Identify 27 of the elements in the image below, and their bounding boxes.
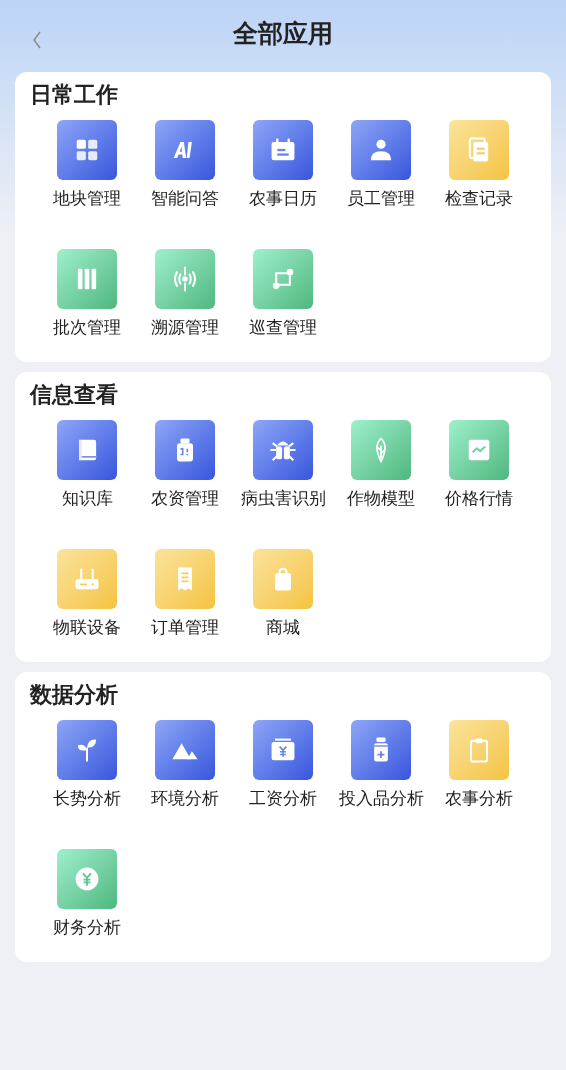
app-shortcut[interactable]: 订单管理 bbox=[136, 549, 234, 648]
section-title: 日常工作 bbox=[29, 81, 119, 109]
app-shortcut[interactable]: 智能问答 bbox=[136, 120, 234, 219]
app-shortcut[interactable]: 商城 bbox=[234, 549, 332, 648]
app-shortcut[interactable]: 溯源管理 bbox=[136, 249, 234, 348]
app-shortcut[interactable]: 农事日历 bbox=[234, 120, 332, 219]
app-shortcut[interactable]: 价格行情 bbox=[430, 420, 528, 519]
app-shortcut[interactable]: 批次管理 bbox=[38, 249, 136, 348]
app-shortcut[interactable]: 物联设备 bbox=[38, 549, 136, 648]
app-shortcut[interactable]: 作物模型 bbox=[332, 420, 430, 519]
section-title: 信息查看 bbox=[28, 381, 119, 409]
section-title: 数据分析 bbox=[28, 681, 119, 709]
app-shortcut[interactable]: 员工管理 bbox=[332, 120, 430, 219]
app-shortcut[interactable]: 知识库 bbox=[38, 420, 136, 519]
app-shortcut[interactable]: 农资管理 bbox=[136, 420, 234, 519]
back-icon bbox=[32, 30, 42, 50]
app-shortcut[interactable]: 工资分析 bbox=[234, 720, 332, 819]
app-shortcut[interactable]: 环境分析 bbox=[136, 720, 234, 819]
app-shortcut[interactable]: 投入品分析 bbox=[332, 720, 430, 819]
app-shortcut[interactable]: 长势分析 bbox=[38, 720, 136, 819]
app-shortcut[interactable]: 病虫害识别 bbox=[234, 420, 332, 519]
app-shortcut[interactable]: 巡查管理 bbox=[234, 249, 332, 348]
app-shortcut[interactable]: 地块管理 bbox=[38, 120, 136, 219]
app-shortcut[interactable]: 检查记录 bbox=[430, 120, 528, 219]
app-shortcut[interactable]: 农事分析 bbox=[430, 720, 528, 819]
page-title: 全部应用 bbox=[233, 18, 333, 50]
app-shortcut[interactable]: 财务分析 bbox=[38, 849, 136, 948]
